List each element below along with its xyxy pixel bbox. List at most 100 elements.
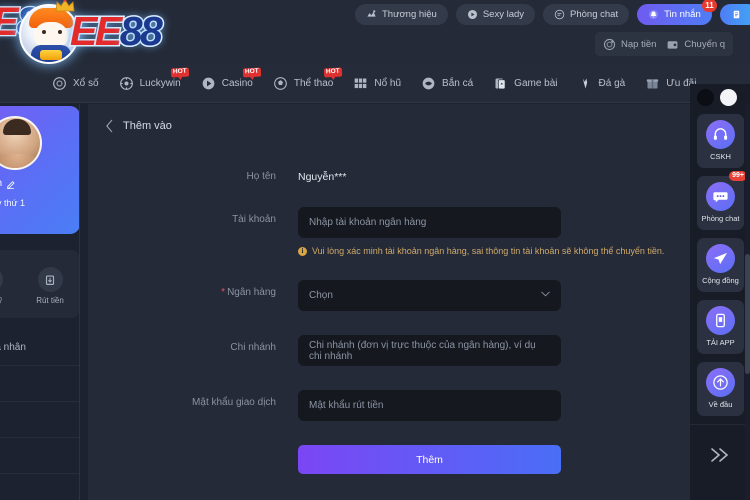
document-icon xyxy=(733,10,739,19)
branch-label: Chi nhánh xyxy=(230,342,276,353)
deposit-coin-icon xyxy=(603,38,616,50)
required-marker: * xyxy=(221,287,226,298)
chevron-left-icon[interactable] xyxy=(105,119,114,133)
account-label: Tài khoản xyxy=(232,214,276,225)
message-count-badge: 11 xyxy=(702,0,717,12)
main-nav: Xổ số Luckywin HOT Casino HOT Thể thao H… xyxy=(0,65,750,103)
dock-label: CSKH xyxy=(710,152,731,161)
pill-thuong-hieu[interactable]: Thương hiệu xyxy=(355,4,448,25)
quick-label: Rút tiền xyxy=(36,296,64,305)
chat-dots-icon xyxy=(713,192,728,203)
profile-card[interactable]: ach ngày thứ 1 xyxy=(0,106,80,234)
telegram-send-icon xyxy=(713,252,728,265)
pill-document[interactable] xyxy=(719,4,750,25)
pencil-icon[interactable] xyxy=(6,179,16,189)
nav-label: Luckywin xyxy=(139,78,181,89)
bell-icon xyxy=(649,10,659,19)
dock-circle xyxy=(706,182,735,211)
arrow-up-circle-icon xyxy=(713,375,728,390)
pill-label: Phòng chat xyxy=(570,9,619,20)
dark-theme-dot[interactable] xyxy=(697,89,714,106)
nav-label: Xổ số xyxy=(73,78,99,89)
nav-item-game-bai[interactable]: Game bài xyxy=(483,65,567,103)
pill-tin-nhan[interactable]: Tin nhắn 11 xyxy=(637,0,717,25)
password-input[interactable]: Mật khẩu rút tiền xyxy=(298,390,561,421)
sidebar-quick-actions: ền quỹ Rút tiền xyxy=(0,250,80,318)
bank-control: Chọn xyxy=(298,280,561,311)
quick-action-rut-tien[interactable]: Rút tiền xyxy=(28,267,72,305)
form-row-fullname: Họ tên Nguyễn*** xyxy=(88,164,693,183)
dock-circle xyxy=(706,306,735,335)
slot-machine-icon xyxy=(355,78,367,89)
sidebar-menu: n cá nhân quỹ xyxy=(0,330,80,474)
sidebar-item-3[interactable] xyxy=(0,402,80,438)
avatar xyxy=(0,116,42,170)
top-bar: Thương hiệu Sexy lady Phòng chat Tin nhắ… xyxy=(0,0,750,65)
account-input[interactable]: Nhập tài khoản ngân hàng xyxy=(298,207,561,238)
submit-button[interactable]: Thêm xyxy=(298,445,561,474)
pill-sexy-lady[interactable]: Sexy lady xyxy=(455,4,536,25)
dock-item-phong-chat[interactable]: 99+ Phòng chat xyxy=(697,171,747,230)
nav-label: Đá gà xyxy=(598,78,626,89)
submit-spacer xyxy=(88,445,298,452)
pill-phong-chat[interactable]: Phòng chat xyxy=(543,4,630,25)
nav-item-xo-so[interactable]: Xổ số xyxy=(0,65,109,103)
sidebar-item-4[interactable] xyxy=(0,438,80,474)
page-scrollbar-track[interactable] xyxy=(745,104,750,500)
theme-dots xyxy=(696,86,746,108)
form-row-branch: Chi nhánh Chi nhánh (đơn vị trực thuộc c… xyxy=(88,335,693,366)
sidebar-item-ca-nhan[interactable]: n cá nhân xyxy=(0,330,80,366)
fullname-label: Họ tên xyxy=(246,171,276,182)
dock-item-tai-app[interactable]: TẢI APP xyxy=(697,300,744,354)
nav-item-luckywin[interactable]: Luckywin HOT xyxy=(109,65,191,103)
form-row-bank: * Ngân hàng Chọn xyxy=(88,280,693,311)
pill-label: Thương hiệu xyxy=(382,9,437,20)
sidebar-item-quy[interactable]: quỹ xyxy=(0,366,80,402)
top-pill-nav: Thương hiệu Sexy lady Phòng chat Tin nhắ… xyxy=(355,0,750,25)
bank-account-form: Họ tên Nguyễn*** Tài khoản Nhập tài khoả… xyxy=(88,164,693,498)
nap-tien-button[interactable]: Nạp tiền xyxy=(603,38,656,51)
profile-name-row: ach xyxy=(0,178,16,189)
dock-label: TẢI APP xyxy=(706,338,735,347)
branch-input[interactable]: Chi nhánh (đơn vị trực thuộc của ngân hà… xyxy=(298,335,561,366)
page-scrollbar-thumb[interactable] xyxy=(745,254,750,374)
dock-label: Phòng chat xyxy=(701,214,740,223)
soccer-ball-icon xyxy=(273,77,287,90)
quick-action-chuyen-quy[interactable]: ền quỹ xyxy=(0,267,12,305)
nav-item-casino[interactable]: Casino HOT xyxy=(191,65,263,103)
light-theme-dot[interactable] xyxy=(720,89,737,106)
nav-item-the-thao[interactable]: Thể thao HOT xyxy=(263,65,343,103)
chat-bubble-icon xyxy=(554,9,565,20)
pill-label: Tin nhắn xyxy=(664,9,701,20)
sidebar-divider xyxy=(79,104,80,500)
nav-item-da-ga[interactable]: Đá gà xyxy=(568,65,636,103)
double-chevron-right-icon[interactable] xyxy=(705,444,735,466)
sidebar-bottom-fade xyxy=(0,482,80,500)
nav-item-no-hu[interactable]: Nổ hũ xyxy=(343,65,411,103)
info-icon: i xyxy=(298,246,307,256)
dock-circle xyxy=(706,244,735,273)
bank-select[interactable]: Chọn xyxy=(298,280,561,311)
form-row-submit: Thêm xyxy=(88,445,693,474)
mini-label: Nạp tiền xyxy=(621,38,657,50)
dock-label: Cộng đồng xyxy=(702,276,739,285)
hot-badge: HOT xyxy=(323,67,342,77)
password-placeholder: Mật khẩu rút tiền xyxy=(309,400,384,411)
quick-circle xyxy=(0,267,3,292)
nav-label: Game bài xyxy=(514,78,558,89)
hot-badge: HOT xyxy=(242,67,262,77)
play-circle-icon xyxy=(202,77,215,90)
dock-item-ve-dau[interactable]: Về đầu xyxy=(697,362,744,416)
sidebar-item-label: n cá nhân xyxy=(0,342,26,353)
profile-subtitle: ngày thứ 1 xyxy=(0,198,26,208)
nav-item-ban-ca[interactable]: Bắn cá xyxy=(411,65,483,103)
chuyen-quy-button[interactable]: Chuyển q xyxy=(666,38,725,51)
dock-item-cong-dong[interactable]: Cộng đồng xyxy=(697,238,744,292)
dock-circle xyxy=(706,120,735,149)
bank-label-text: Ngân hàng xyxy=(227,287,276,298)
dock-item-cskh[interactable]: CSKH xyxy=(697,114,744,168)
form-row-password: Mật khẩu giao dịch Mật khẩu rút tiền xyxy=(88,390,693,421)
dock-divider xyxy=(690,424,750,425)
profile-name: ach xyxy=(0,178,2,189)
rooster-icon xyxy=(582,78,587,89)
